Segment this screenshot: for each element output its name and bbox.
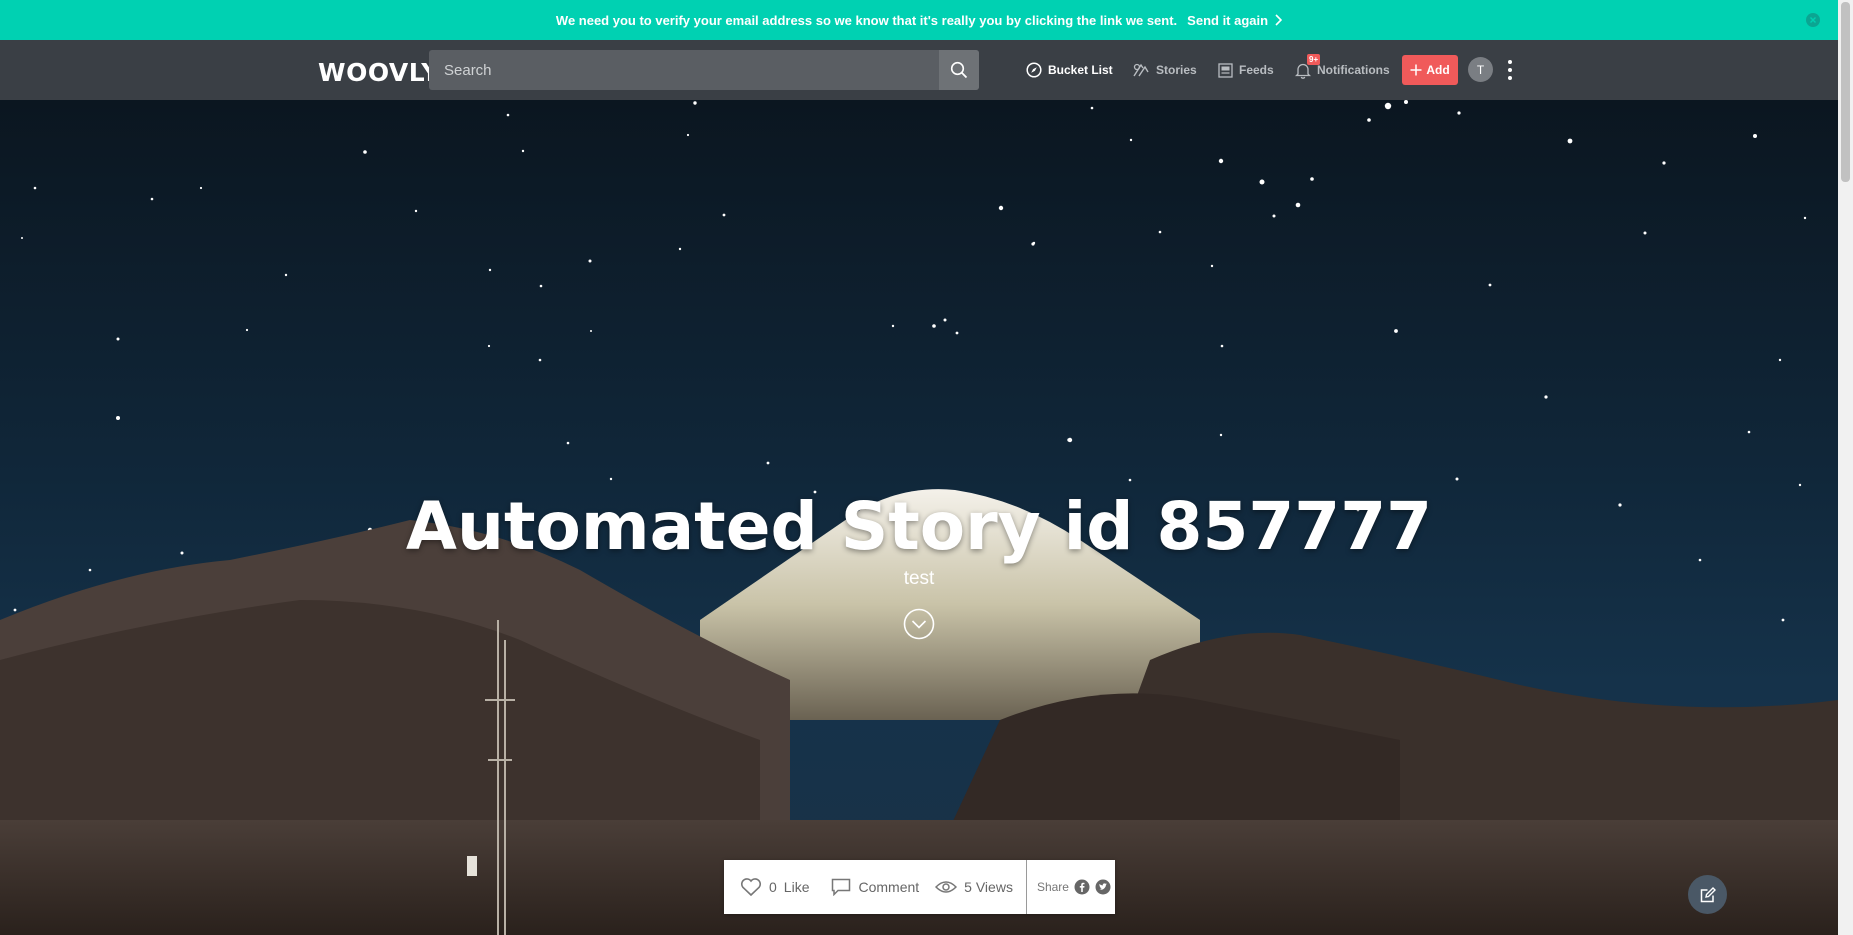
search-icon [950,61,968,79]
heart-icon [740,878,762,897]
nav-feeds-label: Feeds [1239,63,1274,77]
views-label: 5 Views [964,879,1013,895]
woovly-logo[interactable]: WOOVLY [318,58,440,87]
like-count: 0 [769,879,777,895]
top-navbar: WOOVLY Bucket List Stories Feeds 9+ Noti… [0,40,1838,100]
add-button-label: Add [1426,63,1450,77]
comment-label: Comment [858,879,920,895]
verify-email-banner: We need you to verify your email address… [0,0,1838,40]
edit-story-button[interactable] [1688,875,1727,914]
share-section: Share [1037,879,1111,895]
compass-icon [1026,62,1042,78]
plus-icon [1410,64,1422,76]
story-subtitle: test [903,568,935,589]
chevron-down-circle-icon [903,608,935,640]
send-again-label: Send it again [1187,12,1269,28]
scrollbar-thumb[interactable] [1841,2,1850,182]
story-cover: Automated Story id 857777 test [0,100,1838,935]
story-title: Automated Story id 857777 [405,488,1433,565]
facebook-icon[interactable] [1074,879,1090,895]
chevron-right-icon [1275,14,1283,26]
nav-stories-label: Stories [1156,63,1197,77]
kebab-dot-icon [1508,76,1512,80]
nav-notifications[interactable]: 9+ Notifications [1295,54,1390,80]
story-action-bar: 0 Like Comment 5 Views Share [724,860,1115,914]
close-banner-button[interactable] [1806,13,1820,27]
edit-icon [1700,886,1716,902]
user-avatar[interactable]: T [1468,57,1493,82]
kebab-dot-icon [1508,68,1512,72]
views-counter: 5 Views [935,860,1013,914]
nav-stories[interactable]: Stories [1132,60,1197,80]
scroll-down-button[interactable] [903,608,935,640]
comment-icon [832,878,851,896]
search-input[interactable] [429,50,939,90]
kebab-dot-icon [1508,60,1512,64]
nav-feeds[interactable]: Feeds [1218,60,1274,80]
notifications-badge: 9+ [1307,54,1321,65]
close-icon [1810,17,1816,23]
stories-icon [1133,63,1149,77]
like-label: Like [783,879,810,895]
search-bar [429,50,979,90]
more-menu-button[interactable] [1506,60,1514,80]
action-divider [1025,860,1027,914]
page-scrollbar[interactable] [1838,0,1853,935]
nav-notifications-label: Notifications [1317,63,1390,77]
comment-button[interactable]: Comment [831,860,919,914]
eye-icon [935,881,958,893]
nav-bucket-list[interactable]: Bucket List [1026,60,1113,80]
twitter-icon[interactable] [1095,879,1111,895]
nav-bucket-list-label: Bucket List [1048,63,1113,77]
verify-email-message: We need you to verify your email address… [555,12,1178,28]
share-label: Share [1036,880,1069,894]
search-button[interactable] [939,50,979,90]
like-button[interactable]: 0 Like [740,860,809,914]
feeds-icon [1218,62,1233,78]
add-button[interactable]: Add [1402,55,1458,85]
send-again-link[interactable]: Send it again [1187,12,1283,28]
